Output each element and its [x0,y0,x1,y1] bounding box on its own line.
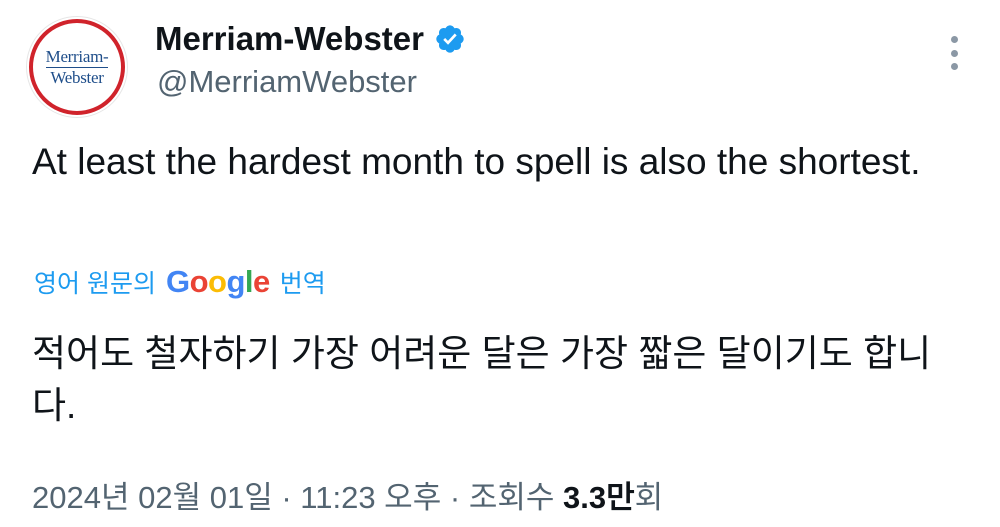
google-letter: o [208,264,227,299]
tweet-text: At least the hardest month to spell is a… [32,141,921,182]
tweet-meta: 2024년 02월 01일 · 11:23 오후 · 조회수 3.3만회 [32,476,663,520]
logo-line-1: Merriam- [45,46,109,68]
logo-line-2: Webster [50,67,104,87]
meta-separator: · [449,480,461,515]
translated-text: 적어도 철자하기 가장 어려운 달은 가장 짧은 달이기도 합니다. [32,333,932,426]
google-logo: G o o g l e [166,264,270,300]
tweet-time[interactable]: 11:23 오후 [300,480,441,515]
google-letter: G [165,264,190,299]
author-display-name[interactable]: Merriam-Webster [155,19,424,59]
views-suffix: 회 [634,480,664,515]
views-count: 3.3만 [563,480,635,515]
tweet: Merriam- Webster Merriam-Webster @Merria… [0,0,1000,527]
author-handle[interactable]: @MerriamWebster [157,62,417,102]
translation-attribution[interactable]: 영어 원문의 G o o g l e 번역 [34,262,326,302]
more-dot [950,36,958,43]
google-letter: e [253,264,270,299]
google-letter: l [244,264,254,299]
author-name-row[interactable]: Merriam-Webster [155,19,466,59]
more-vertical-icon[interactable] [946,36,962,70]
views-label: 조회수 [468,480,555,515]
merriam-webster-logo: Merriam- Webster [29,19,125,115]
more-dot [950,49,958,57]
verified-badge-icon [436,25,464,53]
more-dot [950,63,958,70]
google-letter: g [226,264,245,299]
avatar[interactable]: Merriam- Webster [26,16,128,118]
translate-suffix: 번역 [279,270,326,298]
translate-prefix: 영어 원문의 [34,270,156,298]
meta-separator: · [281,480,292,515]
google-letter: o [189,264,209,299]
tweet-date[interactable]: 2024년 02월 01일 [32,480,273,515]
